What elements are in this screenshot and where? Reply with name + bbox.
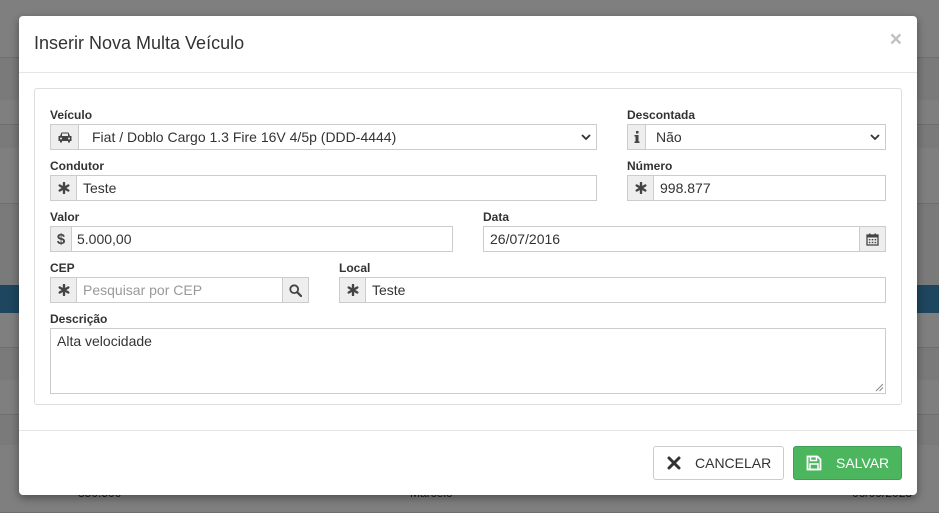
chevron-down-icon bbox=[865, 125, 885, 149]
veiculo-select[interactable]: Fiat / Doblo Cargo 1.3 Fire 16V 4/5p (DD… bbox=[50, 124, 597, 150]
cep-placeholder: Pesquisar por CEP bbox=[83, 282, 203, 298]
condutor-input[interactable]: Teste bbox=[50, 175, 597, 201]
descricao-textarea[interactable]: Alta velocidade bbox=[50, 328, 886, 394]
data-value: 26/07/2016 bbox=[490, 231, 561, 247]
car-icon bbox=[51, 125, 79, 149]
local-input[interactable]: Teste bbox=[339, 277, 886, 303]
resize-handle-icon[interactable] bbox=[875, 383, 884, 392]
descontada-value: Não bbox=[656, 129, 682, 145]
valor-value: 5.000,00 bbox=[77, 231, 132, 247]
local-value: Teste bbox=[372, 282, 406, 298]
descricao-label: Descrição bbox=[50, 312, 108, 326]
asterisk-icon bbox=[340, 278, 366, 302]
veiculo-label: Veículo bbox=[50, 108, 93, 122]
descontada-label: Descontada bbox=[627, 108, 696, 122]
asterisk-icon bbox=[51, 278, 77, 302]
numero-value: 998.877 bbox=[660, 180, 711, 196]
calendar-icon[interactable] bbox=[859, 227, 885, 251]
save-button[interactable]: SALVAR bbox=[793, 446, 902, 480]
descricao-value: Alta velocidade bbox=[57, 333, 152, 349]
form-panel: Veículo Fiat / Doblo Cargo 1.3 Fire 16V … bbox=[34, 88, 902, 405]
veiculo-value: Fiat / Doblo Cargo 1.3 Fire 16V 4/5p (DD… bbox=[92, 129, 397, 145]
floppy-disk-icon bbox=[806, 455, 822, 471]
cancel-label: CANCELAR bbox=[695, 455, 772, 471]
valor-label: Valor bbox=[50, 210, 80, 224]
data-label: Data bbox=[483, 210, 510, 224]
local-label: Local bbox=[339, 261, 371, 275]
cep-input[interactable]: Pesquisar por CEP bbox=[50, 277, 309, 303]
numero-label: Número bbox=[627, 159, 673, 173]
valor-input[interactable]: $ 5.000,00 bbox=[50, 226, 453, 252]
cep-label: CEP bbox=[50, 261, 75, 275]
cancel-button[interactable]: CANCELAR bbox=[653, 446, 784, 480]
condutor-value: Teste bbox=[83, 180, 117, 196]
modal-title: Inserir Nova Multa Veículo bbox=[34, 33, 245, 53]
asterisk-icon bbox=[628, 176, 654, 200]
data-input[interactable]: 26/07/2016 bbox=[483, 226, 886, 252]
search-icon[interactable] bbox=[282, 278, 308, 302]
info-icon bbox=[628, 125, 646, 149]
insert-fine-modal: Inserir Nova Multa Veículo × Veículo Fia… bbox=[19, 16, 917, 495]
numero-input[interactable]: 998.877 bbox=[627, 175, 886, 201]
save-label: SALVAR bbox=[836, 455, 890, 471]
modal-header: Inserir Nova Multa Veículo × bbox=[19, 16, 917, 73]
chevron-down-icon bbox=[576, 125, 596, 149]
modal-footer: CANCELAR SALVAR bbox=[19, 430, 917, 495]
close-icon[interactable]: × bbox=[890, 29, 902, 50]
condutor-label: Condutor bbox=[50, 159, 104, 173]
descontada-select[interactable]: Não bbox=[627, 124, 886, 150]
asterisk-icon bbox=[51, 176, 77, 200]
close-icon bbox=[667, 456, 681, 470]
dollar-icon: $ bbox=[51, 227, 72, 251]
